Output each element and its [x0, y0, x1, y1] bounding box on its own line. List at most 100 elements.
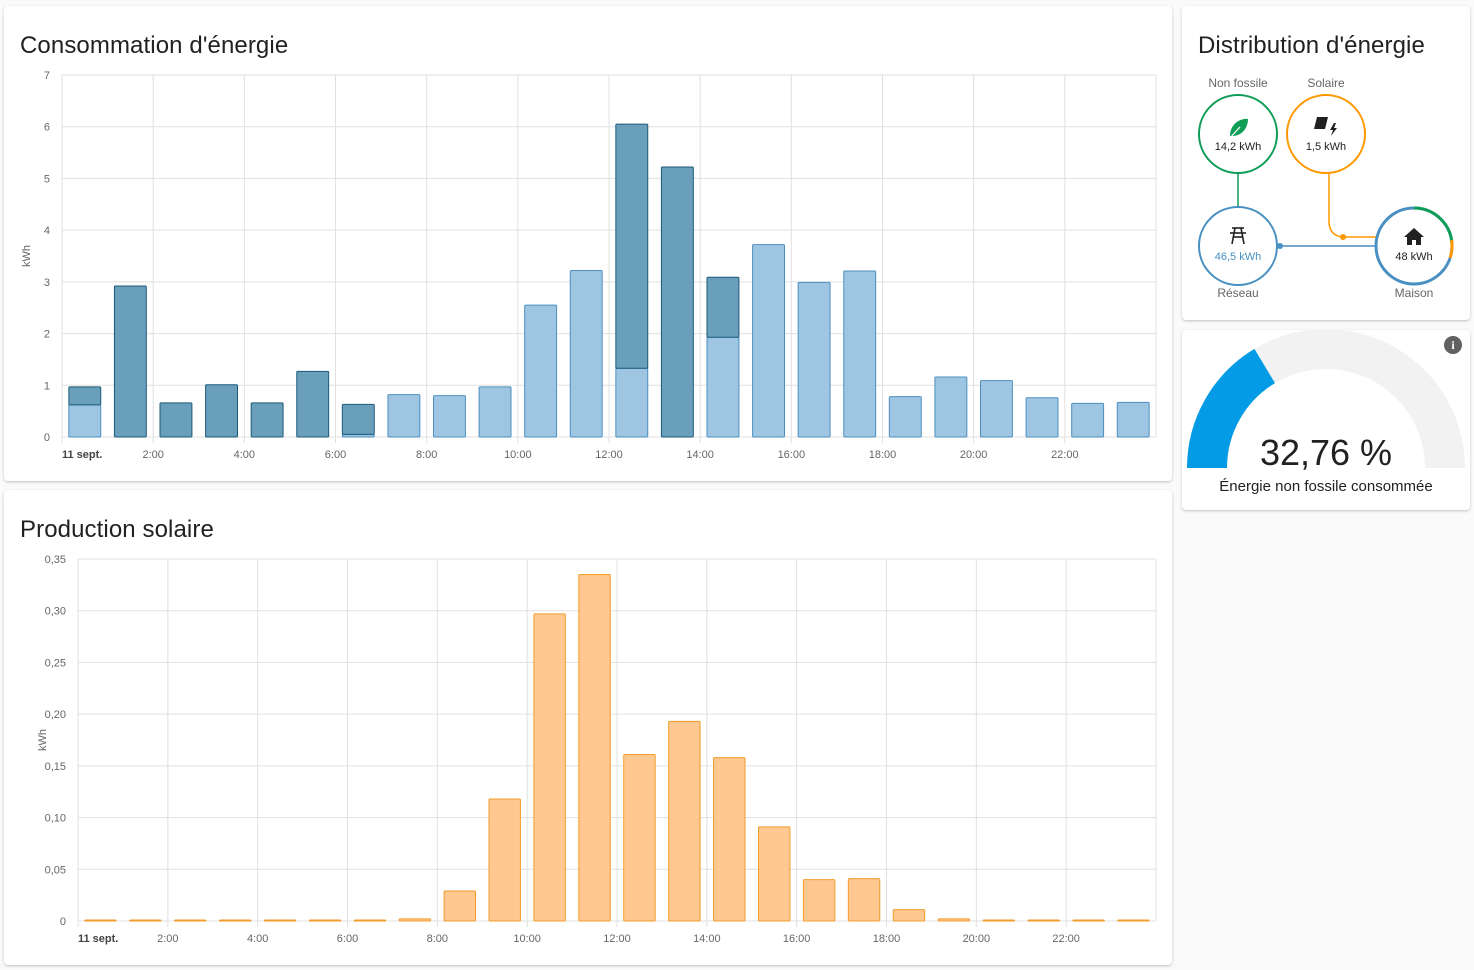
bar-non-fossil-grid[interactable]: [615, 367, 649, 438]
bar-solar[interactable]: [713, 757, 746, 922]
bar-solar[interactable]: [623, 753, 656, 922]
solar-card: Production solaire 0 0,05 0,10 0,15 0,20 0,25…: [4, 490, 1172, 965]
gauge-card: i 32,76 % Énergie non fossile consommée: [1182, 330, 1470, 510]
y-tick-label: 0,35: [45, 554, 66, 566]
bar-non-fossil-grid[interactable]: [843, 270, 877, 438]
solar-chart[interactable]: 0 0,05 0,10 0,15 0,20 0,25 0,30 0,35 11 sept. 2:0…: [4, 490, 1172, 965]
bar-non-fossil-grid[interactable]: [387, 394, 421, 438]
x-tick-label: 8:00: [416, 449, 437, 461]
bar-solar[interactable]: [982, 919, 1016, 922]
y-axis-unit: kWh: [21, 245, 33, 267]
bar-solar[interactable]: [757, 826, 791, 922]
bar-solar[interactable]: [802, 879, 836, 922]
grid-value: 46,5 kWh: [1215, 251, 1261, 263]
bar-non-fossil-grid[interactable]: [1025, 397, 1059, 438]
bar-solar[interactable]: [353, 919, 387, 922]
bar-solar[interactable]: [174, 919, 207, 922]
x-tick-label: 22:00: [1052, 933, 1080, 945]
bar-fossil-grid[interactable]: [296, 370, 330, 438]
bar-solar[interactable]: [937, 918, 971, 922]
bar-solar[interactable]: [533, 613, 566, 922]
solar-flow-dot: [1340, 234, 1346, 240]
non-fossil-label: Non fossile: [1208, 76, 1268, 90]
non-fossil-node[interactable]: 14,2 kWh: [1198, 94, 1278, 174]
bar-non-fossil-grid[interactable]: [888, 396, 922, 438]
x-tick-label: 11 sept.: [78, 933, 118, 945]
consumption-chart[interactable]: 0 1 2 3 4 5 6 7 11 sept. 2:00 4:00 6:00 8:00 10:00 12:…: [4, 6, 1172, 481]
bar-non-fossil-grid[interactable]: [1116, 401, 1150, 438]
y-tick-label: 5: [44, 173, 50, 185]
bar-non-fossil-grid[interactable]: [934, 376, 968, 438]
bar-non-fossil-grid[interactable]: [569, 269, 603, 438]
x-tick-label: 10:00: [513, 933, 541, 945]
bar-solar[interactable]: [668, 720, 701, 922]
y-tick-label: 0,30: [45, 606, 66, 618]
x-tick-label: 4:00: [247, 933, 268, 945]
bar-fossil-grid[interactable]: [205, 384, 238, 438]
bar-fossil-grid[interactable]: [250, 402, 284, 438]
bar-solar[interactable]: [443, 890, 477, 922]
home-node[interactable]: 48 kWh: [1374, 206, 1454, 286]
non-fossil-value: 14,2 kWh: [1215, 141, 1261, 153]
grid-label: Réseau: [1217, 286, 1258, 300]
y-tick-label: 0,25: [45, 657, 66, 669]
solar-home-line: [1328, 174, 1378, 238]
gauge-value: 32,76 %: [1259, 432, 1393, 473]
grid-node[interactable]: 46,5 kWh: [1198, 206, 1278, 286]
bar-fossil-grid[interactable]: [159, 402, 193, 438]
x-tick-label: 12:00: [603, 933, 631, 945]
x-tick-label: 14:00: [686, 449, 714, 461]
x-tick-label: 6:00: [337, 933, 358, 945]
bar-solar[interactable]: [1072, 919, 1105, 922]
bar-solar[interactable]: [892, 909, 926, 922]
y-tick-label: 3: [44, 277, 50, 289]
bar-solar[interactable]: [129, 919, 162, 922]
bar-non-fossil-grid[interactable]: [433, 395, 466, 438]
bar-solar[interactable]: [308, 919, 342, 922]
y-tick-label: 0: [44, 432, 50, 444]
bar-non-fossil-grid[interactable]: [797, 281, 831, 438]
bar-fossil-grid[interactable]: [341, 403, 375, 435]
bar-solar[interactable]: [398, 918, 432, 922]
bar-solar[interactable]: [84, 919, 117, 922]
x-tick-label: 2:00: [157, 933, 178, 945]
bar-solar[interactable]: [263, 919, 297, 922]
bar-non-fossil-grid[interactable]: [752, 244, 785, 438]
x-tick-label: 18:00: [869, 449, 897, 461]
y-tick-label: 4: [44, 225, 50, 237]
bar-fossil-grid[interactable]: [113, 285, 147, 438]
solar-value: 1,5 kWh: [1306, 141, 1346, 153]
x-tick-label: 8:00: [427, 933, 448, 945]
bar-solar[interactable]: [1117, 919, 1150, 922]
x-tick-label: 11 sept.: [62, 449, 102, 461]
x-tick-label: 4:00: [234, 449, 255, 461]
y-tick-label: 0,05: [45, 864, 66, 876]
x-tick-label: 12:00: [595, 449, 623, 461]
distribution-diagram: Non fossile 14,2 kWh Solaire 1,5 kWh 46,…: [1198, 76, 1454, 300]
x-tick-label: 18:00: [873, 933, 901, 945]
x-tick-label: 20:00: [960, 449, 988, 461]
bar-fossil-grid[interactable]: [615, 123, 649, 369]
bar-fossil-grid[interactable]: [706, 276, 740, 338]
gauge-label: Énergie non fossile consommée: [1219, 478, 1433, 495]
consumption-card: Consommation d'énergie 0 1 2 3 4 5 6 7 11 sept. 2…: [4, 6, 1172, 481]
x-tick-label: 6:00: [325, 449, 346, 461]
x-tick-label: 16:00: [778, 449, 806, 461]
bar-solar[interactable]: [847, 878, 881, 922]
bar-solar[interactable]: [488, 798, 521, 922]
bar-non-fossil-grid[interactable]: [68, 404, 102, 438]
bar-fossil-grid[interactable]: [68, 386, 102, 406]
bar-non-fossil-grid[interactable]: [1071, 402, 1105, 438]
bar-non-fossil-grid[interactable]: [706, 336, 740, 438]
bar-non-fossil-grid[interactable]: [980, 380, 1013, 438]
bar-non-fossil-grid[interactable]: [524, 304, 558, 438]
x-tick-label: 2:00: [142, 449, 163, 461]
bar-solar[interactable]: [218, 919, 252, 922]
bar-solar[interactable]: [578, 574, 611, 922]
bar-solar[interactable]: [1027, 919, 1060, 922]
solar-node[interactable]: 1,5 kWh: [1286, 94, 1366, 174]
bar-fossil-grid[interactable]: [660, 166, 694, 438]
bar-non-fossil-grid[interactable]: [478, 386, 512, 438]
y-tick-label: 0: [60, 916, 66, 928]
y-tick-label: 2: [44, 329, 50, 341]
